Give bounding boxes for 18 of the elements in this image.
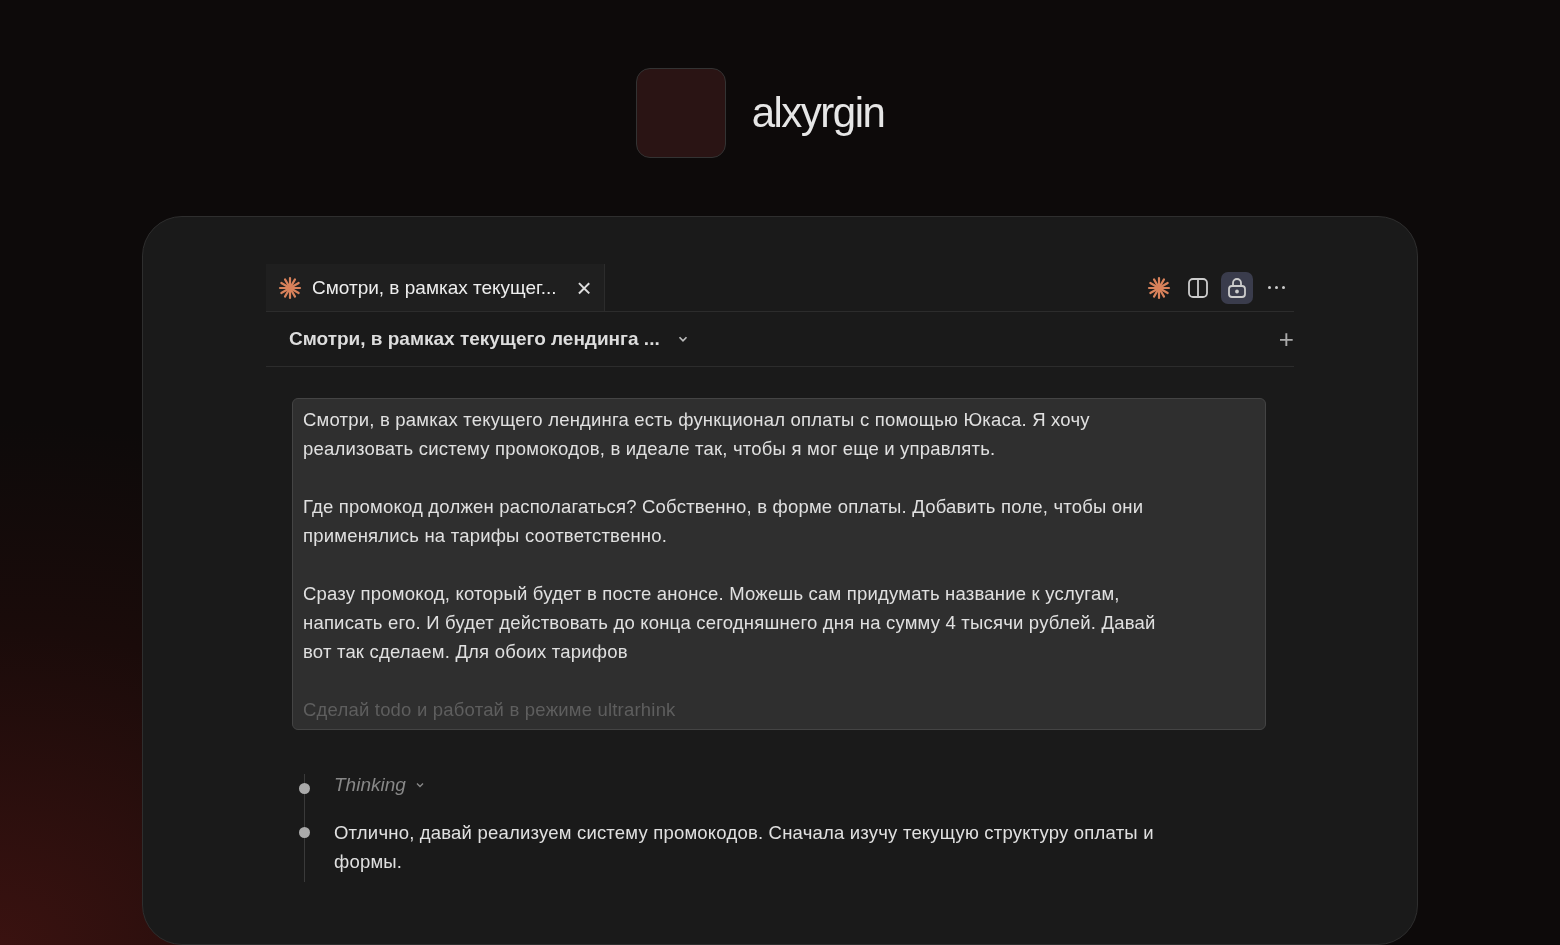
profile-name: alxyrgin xyxy=(751,89,885,137)
timeline-dot xyxy=(299,783,310,794)
conversation-tab[interactable]: Смотри, в рамках текущег... × xyxy=(266,264,605,311)
thinking-toggle[interactable]: Thinking xyxy=(334,774,426,796)
timeline-dot xyxy=(299,827,310,838)
message-paragraph: Где промокод должен располагаться? Собственно, в форме оплаты. Добавить поле, чтобы они применялись на тарифы соответственно. xyxy=(303,495,1145,548)
close-tab-button[interactable]: × xyxy=(576,274,592,301)
message-paragraph: Смотри, в рамках текущего лендинга есть функционал оплаты с помощью Юкаса. Я хочу реализовать систему промокодов, в идеале так, чтобы я мог еще и управлять. xyxy=(303,408,1091,461)
sparkle-icon xyxy=(1147,275,1171,300)
message-paragraph: Сразу промокод, который будет в посте анонсе. Можешь сам придумать название к услугам, написать его. И будет действовать до конца сегодняшнего дня на сумму 4 тысячи рублей. Давай вот так сделаем. Для обоих тарифов xyxy=(303,582,1157,664)
sparkle-icon xyxy=(278,275,302,300)
conversation-dropdown[interactable]: Смотри, в рамках текущего лендинга ... xyxy=(289,328,690,350)
new-conversation-button[interactable]: + xyxy=(1278,323,1294,355)
lock-button[interactable] xyxy=(1221,271,1253,304)
lock-icon xyxy=(1225,275,1249,300)
assistant-reply: Отлично, давай реализуем систему промокодов. Сначала изучу текущую структуру оплаты и формы. xyxy=(334,821,1155,874)
more-icon xyxy=(1267,286,1285,289)
split-view-icon xyxy=(1186,275,1210,300)
